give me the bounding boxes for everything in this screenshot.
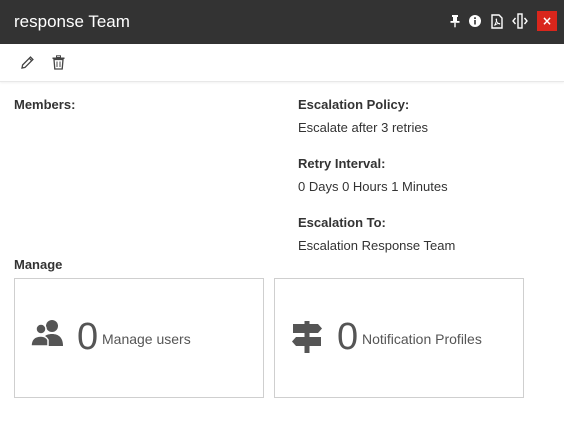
- retry-interval-label: Retry Interval:: [298, 156, 386, 171]
- members-label: Members:: [14, 97, 76, 112]
- pdf-icon[interactable]: [488, 12, 506, 30]
- escalation-policy-label: Escalation Policy:: [298, 97, 410, 112]
- users-count: 0: [77, 316, 99, 358]
- signpost-icon: [290, 320, 324, 359]
- retry-interval-value: 0 Days 0 Hours 1 Minutes: [298, 179, 448, 194]
- escalation-to-value: Escalation Response Team: [298, 238, 456, 253]
- notification-profiles-count: 0: [337, 316, 359, 358]
- escalation-to-label: Escalation To:: [298, 215, 386, 230]
- window-titlebar: response Team ×: [0, 0, 564, 44]
- manage-users-card[interactable]: 0 Manage users: [14, 278, 264, 398]
- action-toolbar: [0, 44, 564, 82]
- manage-heading: Manage: [14, 257, 63, 272]
- notification-profiles-label: Notification Profiles: [362, 331, 482, 347]
- edit-icon[interactable]: [18, 53, 36, 71]
- manage-users-label: Manage users: [102, 331, 191, 347]
- pin-icon[interactable]: [446, 12, 464, 30]
- info-icon[interactable]: [466, 12, 484, 30]
- close-button[interactable]: ×: [537, 11, 557, 31]
- close-icon: ×: [541, 14, 553, 28]
- resize-icon[interactable]: [511, 12, 529, 30]
- window-title: response Team: [14, 12, 130, 31]
- delete-icon[interactable]: [49, 53, 67, 71]
- users-icon: [30, 319, 64, 352]
- notification-profiles-card[interactable]: 0 Notification Profiles: [274, 278, 524, 398]
- escalation-policy-value: Escalate after 3 retries: [298, 120, 429, 135]
